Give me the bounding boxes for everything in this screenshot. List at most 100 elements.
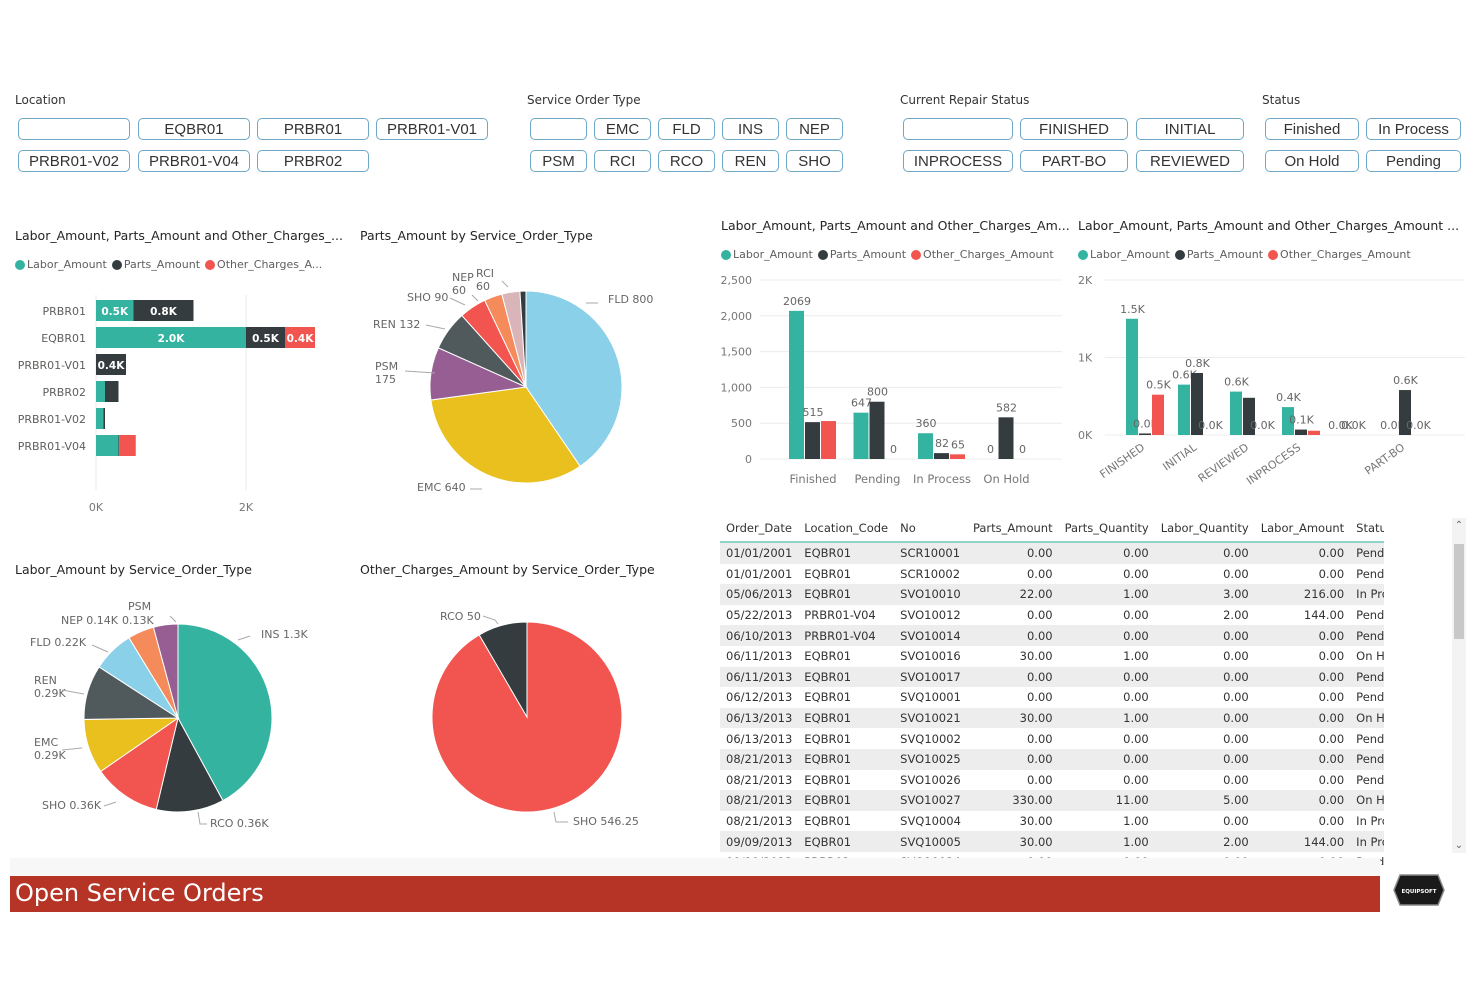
chart-other-pie-title: Other_Charges_Amount by Service_Order_Ty… [360,562,655,577]
bar-data-label: 0.8K [150,306,178,318]
bar-labor_amount [1178,384,1190,435]
cell-labor-quantity: 5.00 [1154,790,1255,811]
scrollbar-thumb[interactable] [1454,544,1464,639]
legend-item-labor[interactable]: Labor_Amount [1078,248,1170,261]
slicer-chip-eqbr01[interactable]: EQBR01 [138,118,250,140]
column-header-order-date[interactable]: Order_Date [720,515,799,543]
legend-item-parts[interactable]: Parts_Amount [1174,248,1263,261]
y-tick-label: PRBR01-V02 [18,413,86,426]
x-tick-label: 2K [239,501,254,514]
legend-dot-icon [817,249,828,260]
column-header-labor-quantity[interactable]: Labor_Quantity [1154,515,1255,543]
slicer-chip-rci[interactable]: RCI [594,150,651,172]
legend-label: Other_Charges_Amount [1280,248,1411,261]
x-tick-label: 0K [89,501,104,514]
table-row[interactable]: 06/12/2013 EQBR01 SVQ10001 0.00 0.00 0.00 0.00… [720,687,1384,708]
slicer-chip-part-bo[interactable]: PART-BO [1020,150,1128,172]
table-row[interactable]: 01/01/2001 EQBR01 SCR10001 0.00 0.00 0.00 0.00… [720,542,1384,564]
slicer-chip-prbr01[interactable]: PRBR01 [257,118,369,140]
table-row[interactable]: 06/11/2013 EQBR01 SVO10017 0.00 0.00 0.00 0.00… [720,666,1384,688]
leader-line [169,615,177,623]
slicer-chip-finished[interactable]: Finished [1265,118,1359,140]
bar-parts_amount [1139,433,1151,435]
cell-location-code: EQBR01 [798,687,895,708]
slicer-chip-blank[interactable] [530,118,587,140]
x-tick-label: PART-BO [1362,441,1407,478]
slicer-chip-pending[interactable]: Pending [1366,150,1461,172]
column-header-status[interactable]: Status [1350,515,1384,543]
slicer-location-title: Location [15,93,66,107]
column-header-parts-quantity[interactable]: Parts_Quantity [1058,515,1155,543]
leader-line [103,801,117,807]
slicer-chip-inprocess[interactable]: INPROCESS [903,150,1013,172]
legend-item-other[interactable]: Other_Charges_Amount [911,248,1054,261]
slicer-chip-prbr01-v01[interactable]: PRBR01-V01 [376,118,488,140]
leader-line [482,615,499,625]
legend-item-other[interactable]: Other_Charges_Amount [1268,248,1411,261]
slicer-chip-reviewed[interactable]: REVIEWED [1136,150,1244,172]
slicer-chip-fld[interactable]: FLD [658,118,715,140]
slicer-chip-emc[interactable]: EMC [594,118,651,140]
table-row[interactable]: 06/13/2013 EQBR01 SVO10021 30.00 1.00 0.00 0.0… [720,707,1384,729]
legend-item-parts[interactable]: Parts_Amount [111,258,200,271]
y-tick-label: 1K [1078,352,1093,365]
cell-labor-amount: 0.00 [1254,748,1351,770]
slicer-chip-rco[interactable]: RCO [658,150,715,172]
slicer-current-repair-status-title: Current Repair Status [900,93,1030,107]
logo-text: EQUIPSOFT [1401,889,1436,895]
table-row[interactable]: 08/21/2013 EQBR01 SVO10026 0.00 0.00 0.00 0.00… [720,769,1384,791]
bar-data-label: 0.0K [1250,419,1275,432]
column-header-location-code[interactable]: Location_Code [798,515,895,543]
table-row[interactable]: 06/11/2013 EQBR01 SVO10016 30.00 1.00 0.00 0.0… [720,645,1384,667]
table-row[interactable]: 09/09/2013 EQBR01 SVQ10005 30.00 1.00 2.00 144… [720,831,1384,852]
table-row[interactable]: 01/01/2001 EQBR01 SCR10002 0.00 0.00 0.00 0.00… [720,563,1384,585]
slicer-chip-ins[interactable]: INS [722,118,779,140]
legend-item-parts[interactable]: Parts_Amount [817,248,906,261]
slicer-chip-blank[interactable] [18,118,130,140]
table-row[interactable]: 06/13/2013 EQBR01 SVQ10002 0.00 0.00 0.00 0.00… [720,728,1384,749]
slicer-chip-prbr02[interactable]: PRBR02 [257,150,369,172]
table-scrollbar[interactable]: ⌃ ⌄ [1452,518,1466,853]
x-tick-label: REVIEWED [1196,441,1251,485]
table-row[interactable]: 08/21/2013 EQBR01 SVO10025 0.00 0.00 0.00 0.00… [720,748,1384,770]
chart-location-legend: Labor_Amount Parts_Amount Other_Charges_… [15,258,327,271]
cell-status: On Hold [1350,790,1384,811]
legend-dot-icon [911,249,922,260]
legend-item-other[interactable]: Other_Charges_A... [205,258,322,271]
column-header-labor-amount[interactable]: Labor_Amount [1254,515,1351,543]
bar-data-label: 2.0K [158,333,186,345]
legend-item-labor[interactable]: Labor_Amount [721,248,813,261]
bar-data-label: 0 [1019,443,1026,456]
pie-data-label: 60 [452,284,466,297]
legend-label: Labor_Amount [1090,248,1170,261]
table-row[interactable]: 05/22/2013 PRBR01-V04 SVO10012 0.00 0.00 2.00… [720,604,1384,626]
slicer-chip-sho[interactable]: SHO [786,150,843,172]
slicer-chip-in-process[interactable]: In Process [1366,118,1461,140]
column-header-no[interactable]: No [894,515,967,543]
pie-data-label: EMC 640 [417,481,466,494]
equipsoft-logo: EQUIPSOFT [1393,874,1445,906]
chevron-down-icon[interactable]: ⌄ [1452,840,1466,851]
table-row[interactable]: 05/06/2013 EQBR01 SVO10010 22.00 1.00 3.00 216… [720,584,1384,605]
slicer-chip-ren[interactable]: REN [722,150,779,172]
cell-labor-quantity: 0.00 [1154,810,1255,832]
slicer-chip-initial[interactable]: INITIAL [1136,118,1244,140]
x-tick-label: Finished [789,472,836,486]
column-header-parts-amount[interactable]: Parts_Amount [966,515,1059,543]
slicer-chip-finished[interactable]: FINISHED [1020,118,1128,140]
legend-label: Labor_Amount [27,258,107,271]
table-row[interactable]: 08/21/2013 EQBR01 SVQ10004 30.00 1.00 0.00 0.0… [720,810,1384,832]
slicer-chip-prbr01-v04[interactable]: PRBR01-V04 [138,150,250,172]
legend-item-labor[interactable]: Labor_Amount [15,258,107,271]
slicer-chip-prbr01-v02[interactable]: PRBR01-V02 [18,150,130,172]
cell-parts-quantity: 1.00 [1058,831,1155,852]
slicer-chip-psm[interactable]: PSM [530,150,587,172]
slicer-chip-nep[interactable]: NEP [786,118,843,140]
chart-labor-pie-title: Labor_Amount by Service_Order_Type [15,562,252,577]
bar-data-label: 0.5K [101,306,129,318]
chevron-up-icon[interactable]: ⌃ [1452,520,1466,531]
table-row[interactable]: 08/21/2013 EQBR01 SVO10027 330.00 11.00 5.00 0… [720,790,1384,811]
slicer-chip-blank[interactable] [903,118,1013,140]
slicer-chip-on-hold[interactable]: On Hold [1265,150,1359,172]
table-row[interactable]: 06/10/2013 PRBR01-V04 SVO10014 0.00 0.00 0.00… [720,625,1384,646]
